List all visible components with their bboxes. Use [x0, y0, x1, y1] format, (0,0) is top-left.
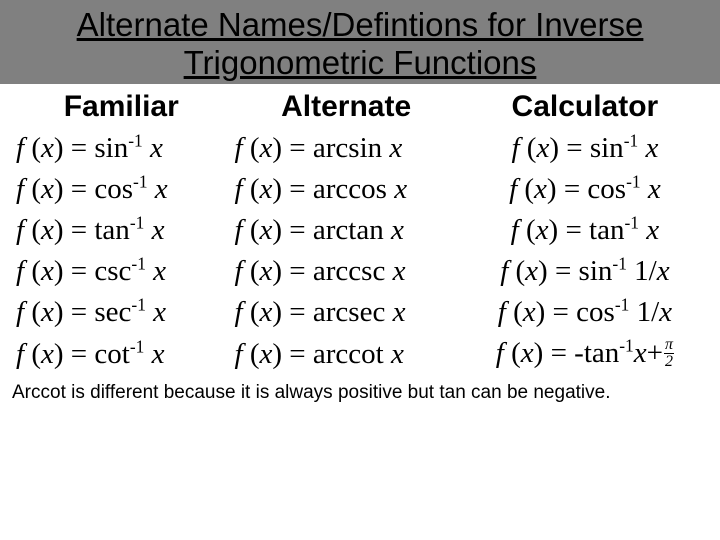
cell-alternate: f (x) = arccot x — [229, 333, 464, 376]
cell-calculator: f (x) = sin-1 x — [464, 128, 706, 169]
table-row: f (x) = tan-1 xf (x) = arctan xf (x) = t… — [14, 210, 706, 251]
table-row: f (x) = cot-1 xf (x) = arccot xf (x) = -… — [14, 333, 706, 376]
cell-calculator: f (x) = cos-1 1/x — [464, 292, 706, 333]
cell-familiar: f (x) = sin-1 x — [14, 128, 229, 169]
cell-alternate: f (x) = arcsec x — [229, 292, 464, 333]
page-title: Alternate Names/Defintions for Inverse T… — [0, 6, 720, 82]
table-row: f (x) = csc-1 xf (x) = arccsc xf (x) = s… — [14, 251, 706, 292]
footnote: Arccot is different because it is always… — [0, 376, 720, 404]
content-area: Familiar Alternate Calculator f (x) = si… — [0, 84, 720, 376]
table-header-row: Familiar Alternate Calculator — [14, 84, 706, 128]
cell-alternate: f (x) = arctan x — [229, 210, 464, 251]
table-row: f (x) = sec-1 xf (x) = arcsec xf (x) = c… — [14, 292, 706, 333]
header-familiar: Familiar — [14, 84, 229, 128]
table-row: f (x) = cos-1 xf (x) = arccos xf (x) = c… — [14, 169, 706, 210]
cell-familiar: f (x) = cos-1 x — [14, 169, 229, 210]
table-row: f (x) = sin-1 xf (x) = arcsin xf (x) = s… — [14, 128, 706, 169]
cell-calculator: f (x) = -tan-1x+π2 — [464, 333, 706, 376]
cell-familiar: f (x) = cot-1 x — [14, 333, 229, 376]
functions-table: Familiar Alternate Calculator f (x) = si… — [14, 84, 706, 376]
cell-familiar: f (x) = sec-1 x — [14, 292, 229, 333]
header-alternate: Alternate — [229, 84, 464, 128]
cell-calculator: f (x) = cos-1 x — [464, 169, 706, 210]
header-calculator: Calculator — [464, 84, 706, 128]
cell-alternate: f (x) = arccsc x — [229, 251, 464, 292]
fraction-pi-over-2: π2 — [664, 337, 674, 370]
cell-calculator: f (x) = sin-1 1/x — [464, 251, 706, 292]
cell-alternate: f (x) = arccos x — [229, 169, 464, 210]
cell-alternate: f (x) = arcsin x — [229, 128, 464, 169]
cell-familiar: f (x) = csc-1 x — [14, 251, 229, 292]
title-band: Alternate Names/Defintions for Inverse T… — [0, 0, 720, 84]
cell-familiar: f (x) = tan-1 x — [14, 210, 229, 251]
cell-calculator: f (x) = tan-1 x — [464, 210, 706, 251]
